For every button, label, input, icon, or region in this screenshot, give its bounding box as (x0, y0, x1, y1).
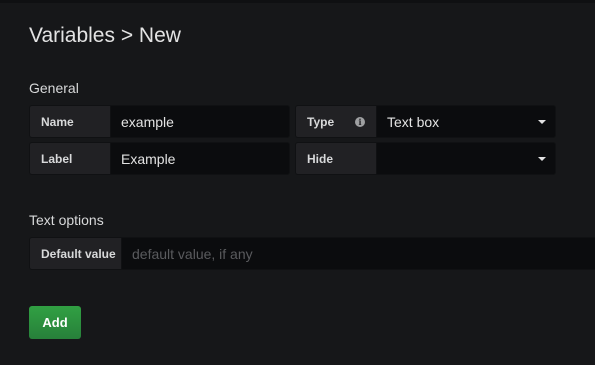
label-label: Label (29, 142, 110, 175)
type-row: Type i Text box (295, 105, 556, 138)
name-input[interactable]: example (110, 105, 290, 138)
top-strip (0, 0, 595, 3)
section-title-text-options: Text options (29, 212, 104, 228)
chevron-down-icon (538, 119, 546, 124)
default-value-label: Default value (29, 237, 121, 270)
info-icon[interactable]: i (355, 116, 365, 127)
default-value-input[interactable]: default value, if any (121, 237, 595, 270)
default-value-row: Default value default value, if any (29, 237, 595, 270)
type-select[interactable]: Text box (376, 105, 556, 138)
hide-select[interactable] (376, 142, 556, 175)
section-title-general: General (29, 80, 79, 96)
name-label: Name (29, 105, 110, 138)
type-label-text: Type (307, 114, 335, 129)
variable-editor-page: Variables > New General Name example Typ… (0, 0, 595, 365)
type-label: Type i (295, 105, 376, 138)
label-input[interactable]: Example (110, 142, 290, 175)
label-row: Label Example (29, 142, 290, 175)
page-title: Variables > New (29, 24, 181, 47)
hide-label: Hide (295, 142, 376, 175)
name-row: Name example (29, 105, 290, 138)
add-button[interactable]: Add (29, 306, 81, 339)
chevron-down-icon (538, 156, 546, 161)
hide-row: Hide (295, 142, 556, 175)
type-select-value: Text box (387, 113, 440, 130)
